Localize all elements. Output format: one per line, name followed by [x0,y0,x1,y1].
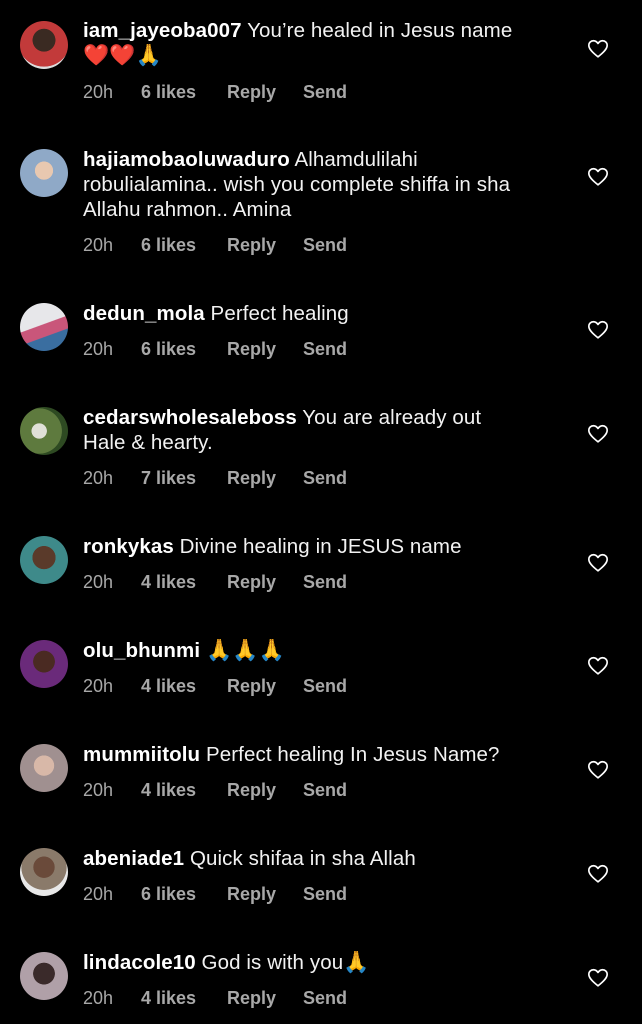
comment-likes[interactable]: 6 likes [141,884,227,905]
send-button[interactable]: Send [303,884,347,905]
comment-text: olu_bhunmi 🙏🙏🙏 [83,638,563,663]
avatar[interactable] [20,407,68,455]
send-button[interactable]: Send [303,676,347,697]
comment-text: dedun_mola Perfect healing [83,301,563,326]
comment-likes[interactable]: 6 likes [141,339,227,360]
avatar[interactable] [20,303,68,351]
reply-button[interactable]: Reply [227,572,303,593]
comment-likes[interactable]: 4 likes [141,988,227,1009]
send-button[interactable]: Send [303,572,347,593]
comment-meta: 20h 7 likes Reply Send [83,468,347,489]
avatar[interactable] [20,640,68,688]
comment-emoji: 🙏🙏🙏 [205,638,285,662]
reply-button[interactable]: Reply [227,82,303,103]
comment-username[interactable]: dedun_mola [83,302,205,325]
comment-username[interactable]: abeniade1 [83,847,184,870]
comment-text: hajiamobaoluwaduro Alhamdulilahi robulia… [83,147,553,222]
send-button[interactable]: Send [303,780,347,801]
avatar[interactable] [20,952,68,1000]
comment-body: God is with you [195,951,344,974]
comment-body: You’re healed in Jesus name [241,19,513,42]
like-heart-icon[interactable] [587,863,609,885]
reply-button[interactable]: Reply [227,988,303,1009]
reply-button[interactable]: Reply [227,339,303,360]
comment-body: Quick shifaa in sha Allah [184,847,416,870]
comment-meta: 20h 4 likes Reply Send [83,572,347,593]
like-heart-icon[interactable] [587,38,609,60]
comment-username[interactable]: ronkykas [83,535,174,558]
avatar[interactable] [20,744,68,792]
comment-text: lindacole10 God is with you🙏 [83,950,563,975]
send-button[interactable]: Send [303,82,347,103]
send-button[interactable]: Send [303,988,347,1009]
comment-text: abeniade1 Quick shifaa in sha Allah [83,846,563,871]
comment-likes[interactable]: 6 likes [141,235,227,256]
reply-button[interactable]: Reply [227,235,303,256]
send-button[interactable]: Send [303,339,347,360]
comment-time: 20h [83,884,114,904]
reply-button[interactable]: Reply [227,780,303,801]
comment-meta: 20h 4 likes Reply Send [83,676,347,697]
comment-username[interactable]: lindacole10 [83,951,196,974]
comment-time: 20h [83,780,114,800]
comment-username[interactable]: hajiamobaoluwaduro [83,148,290,171]
comment-text: cedarswholesaleboss You are already out … [83,405,523,455]
comment-body: Perfect healing [204,302,349,325]
avatar-image [20,21,68,69]
avatar-image [20,407,68,455]
reply-button[interactable]: Reply [227,468,303,489]
comment-username[interactable]: cedarswholesaleboss [83,406,297,429]
comment-text: iam_jayeoba007 You’re healed in Jesus na… [83,18,563,68]
avatar[interactable] [20,848,68,896]
comment-text: ronkykas Divine healing in JESUS name [83,534,563,559]
comment-meta: 20h 6 likes Reply Send [83,235,347,256]
comment-time: 20h [83,339,114,359]
comment-time: 20h [83,988,114,1008]
like-heart-icon[interactable] [587,166,609,188]
avatar-image [20,640,68,688]
comment-time: 20h [83,82,114,102]
like-heart-icon[interactable] [587,655,609,677]
like-heart-icon[interactable] [587,967,609,989]
comment-likes[interactable]: 4 likes [141,780,227,801]
send-button[interactable]: Send [303,468,347,489]
avatar[interactable] [20,149,68,197]
avatar-image [20,744,68,792]
comment-body: Perfect healing In Jesus Name? [200,743,500,766]
comment-username[interactable]: iam_jayeoba007 [83,19,242,42]
like-heart-icon[interactable] [587,759,609,781]
avatar[interactable] [20,21,68,69]
comment-time: 20h [83,676,114,696]
avatar-image [20,149,68,197]
comment-username[interactable]: mummiitolu [83,743,200,766]
comment-emoji: ❤️❤️🙏 [83,43,162,67]
send-button[interactable]: Send [303,235,347,256]
comment-likes[interactable]: 7 likes [141,468,227,489]
comment-username[interactable]: olu_bhunmi [83,639,200,662]
comment-meta: 20h 4 likes Reply Send [83,780,347,801]
comment-meta: 20h 6 likes Reply Send [83,884,347,905]
comment-text: mummiitolu Perfect healing In Jesus Name… [83,742,563,767]
comment-time: 20h [83,468,114,488]
comment-body: Divine healing in JESUS name [173,535,462,558]
like-heart-icon[interactable] [587,552,609,574]
like-heart-icon[interactable] [587,423,609,445]
comment-meta: 20h 6 likes Reply Send [83,82,347,103]
avatar-image [20,536,68,584]
avatar-image [20,848,68,896]
avatar-image [20,952,68,1000]
comment-emoji: 🙏 [343,950,370,974]
comment-time: 20h [83,235,114,255]
comment-meta: 20h 6 likes Reply Send [83,339,347,360]
comment-time: 20h [83,572,114,592]
avatar-image [20,303,68,351]
like-heart-icon[interactable] [587,319,609,341]
comment-meta: 20h 4 likes Reply Send [83,988,347,1009]
reply-button[interactable]: Reply [227,676,303,697]
comment-likes[interactable]: 4 likes [141,572,227,593]
comment-likes[interactable]: 4 likes [141,676,227,697]
comment-likes[interactable]: 6 likes [141,82,227,103]
avatar[interactable] [20,536,68,584]
reply-button[interactable]: Reply [227,884,303,905]
